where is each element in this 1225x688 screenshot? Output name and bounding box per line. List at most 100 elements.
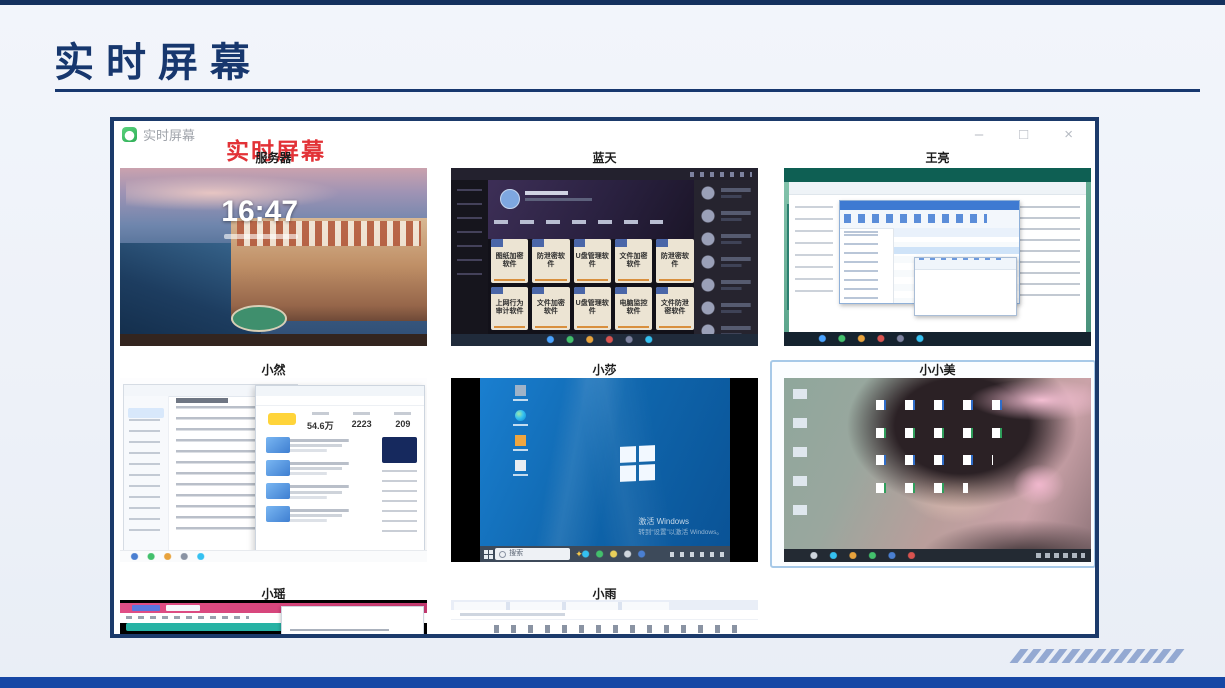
sidebar-menu-lines bbox=[457, 189, 482, 287]
taskbar-icons bbox=[809, 552, 932, 558]
file-icon-row bbox=[876, 428, 1002, 438]
screen-label-xiaosha: 小莎 bbox=[451, 362, 758, 378]
file-list-header bbox=[894, 228, 1019, 237]
taskbar-icons bbox=[129, 553, 221, 560]
contact-row bbox=[699, 298, 753, 318]
screen-label-lantian: 蓝天 bbox=[451, 150, 758, 166]
file-manager-titlebar bbox=[840, 201, 1019, 210]
sidebar-text-lines bbox=[382, 470, 417, 534]
doc-toolbar-strip bbox=[126, 623, 304, 631]
contact-list-panel bbox=[694, 180, 758, 333]
folder-tree bbox=[840, 228, 894, 303]
promo-card bbox=[382, 437, 417, 464]
contact-row bbox=[699, 252, 753, 272]
doc-text-lines bbox=[290, 629, 389, 638]
product-card: 文件加密软件 bbox=[532, 287, 569, 330]
lockscreen-clock: 16:47 bbox=[221, 195, 298, 229]
search-results-window: 54.6万 2223 209 bbox=[255, 385, 424, 554]
screen-thumbnail-xiaoyao[interactable] bbox=[120, 600, 427, 638]
result-item bbox=[266, 437, 373, 455]
taskbar: 搜索 ✦ bbox=[480, 546, 730, 562]
file-icon-row bbox=[876, 400, 1008, 410]
topbar-icons bbox=[690, 172, 751, 177]
nested-dialog bbox=[914, 257, 1017, 316]
taskbar-search: 搜索 bbox=[495, 548, 570, 559]
result-item bbox=[266, 506, 373, 524]
stat-value: 54.6万 bbox=[306, 411, 334, 429]
browser-tabbar bbox=[784, 168, 1091, 182]
folder-icon bbox=[515, 435, 526, 446]
file-icon-row bbox=[876, 483, 968, 493]
screen-label-server: 服务器 bbox=[120, 150, 427, 166]
lockscreen-date-line bbox=[224, 234, 298, 239]
taskbar-icons bbox=[815, 334, 938, 343]
windows10-desktop: 激活 Windows 转到“设置”以激活 Windows。 搜索 ✦ bbox=[480, 378, 730, 562]
window-title: 实时屏幕 bbox=[143, 125, 195, 144]
browser-tab bbox=[132, 605, 160, 611]
close-button[interactable]: × bbox=[1064, 127, 1073, 142]
browser-tabs bbox=[454, 602, 669, 610]
screen-thumbnail-xiaoran[interactable]: 54.6万 2223 209 bbox=[120, 378, 427, 562]
activate-windows-text: 激活 Windows 转到“设置”以激活 Windows。 bbox=[638, 516, 723, 538]
doc-sidebar bbox=[124, 396, 169, 550]
page-text-left bbox=[795, 206, 834, 296]
stat-value: 2223 bbox=[348, 411, 376, 429]
browser-tab bbox=[166, 605, 200, 611]
page-title: 实时屏幕 bbox=[54, 30, 262, 88]
dialog-toolbar bbox=[915, 258, 1016, 270]
product-card: 防泄密软件 bbox=[656, 239, 693, 282]
product-card: 文件加密软件 bbox=[615, 239, 652, 282]
product-card: 图纸加密软件 bbox=[491, 239, 528, 282]
slide: 实时屏幕 实时屏幕 – □ × 实时屏幕 服务器 蓝天 王亮 16:4 bbox=[0, 0, 1225, 688]
product-card: 电脑监控软件 bbox=[615, 287, 652, 330]
system-tray bbox=[670, 552, 725, 557]
shop-subtitle-line bbox=[525, 198, 593, 201]
activate-hint-line: 转到“设置”以激活 Windows。 bbox=[638, 528, 723, 538]
recycle-bin-icon bbox=[515, 385, 526, 396]
product-card: 防泄密软件 bbox=[532, 239, 569, 282]
contact-row bbox=[699, 275, 753, 295]
taskbar bbox=[784, 549, 1091, 562]
browser-page bbox=[789, 182, 1087, 332]
title-underline bbox=[55, 89, 1200, 92]
screen-label-wangliang: 王亮 bbox=[784, 150, 1091, 166]
doc-window bbox=[281, 606, 424, 638]
sidebar-selected-item bbox=[128, 408, 164, 418]
screen-label-xiaoxiaomei: 小小美 bbox=[784, 362, 1091, 378]
screen-thumbnail-lantian[interactable]: 图纸加密软件 防泄密软件 U盘管理软件 文件加密软件 防泄密软件 上网行为审计软… bbox=[451, 168, 758, 346]
browser-tabbar bbox=[256, 386, 423, 396]
taskbar-icons bbox=[543, 335, 666, 344]
product-card: U盘管理软件 bbox=[574, 287, 611, 330]
desktop-icons bbox=[510, 385, 530, 506]
screen-thumbnail-wangliang[interactable] bbox=[784, 168, 1091, 346]
result-item bbox=[266, 460, 373, 478]
desktop-app-icons bbox=[793, 389, 807, 533]
product-card: U盘管理软件 bbox=[574, 239, 611, 282]
shop-name-line bbox=[525, 191, 568, 195]
stats-row: 54.6万 2223 209 bbox=[306, 411, 417, 429]
decorative-slashes bbox=[1015, 649, 1179, 663]
toolbar-icon-row bbox=[494, 625, 746, 633]
maximize-button[interactable]: □ bbox=[1019, 127, 1028, 142]
stat-value: 209 bbox=[389, 411, 417, 429]
windows-logo bbox=[620, 445, 655, 482]
screen-label-xiaoran: 小然 bbox=[120, 362, 427, 378]
screen-thumbnail-xiaoyu[interactable] bbox=[451, 600, 758, 638]
follow-button bbox=[268, 413, 296, 425]
screen-thumbnail-xiaosha[interactable]: 激活 Windows 转到“设置”以激活 Windows。 搜索 ✦ bbox=[451, 378, 758, 562]
ribbon-icons bbox=[844, 214, 987, 224]
minimize-button[interactable]: – bbox=[975, 127, 983, 142]
screen-thumbnail-xiaoxiaomei[interactable] bbox=[784, 378, 1091, 562]
activate-line: 激活 Windows bbox=[638, 516, 723, 528]
bottom-accent-bar bbox=[0, 677, 1225, 688]
contact-row bbox=[699, 206, 753, 226]
taskbar-icons bbox=[580, 550, 650, 558]
lockscreen-pool bbox=[231, 305, 287, 332]
result-list bbox=[266, 437, 373, 542]
shop-banner bbox=[488, 180, 694, 239]
address-bar bbox=[256, 396, 423, 405]
screen-thumbnail-server[interactable]: 16:47 bbox=[120, 168, 427, 346]
top-accent-strip bbox=[0, 0, 1225, 5]
file-list-selected-row bbox=[894, 247, 1019, 254]
product-card-grid: 图纸加密软件 防泄密软件 U盘管理软件 文件加密软件 防泄密软件 上网行为审计软… bbox=[491, 239, 694, 330]
